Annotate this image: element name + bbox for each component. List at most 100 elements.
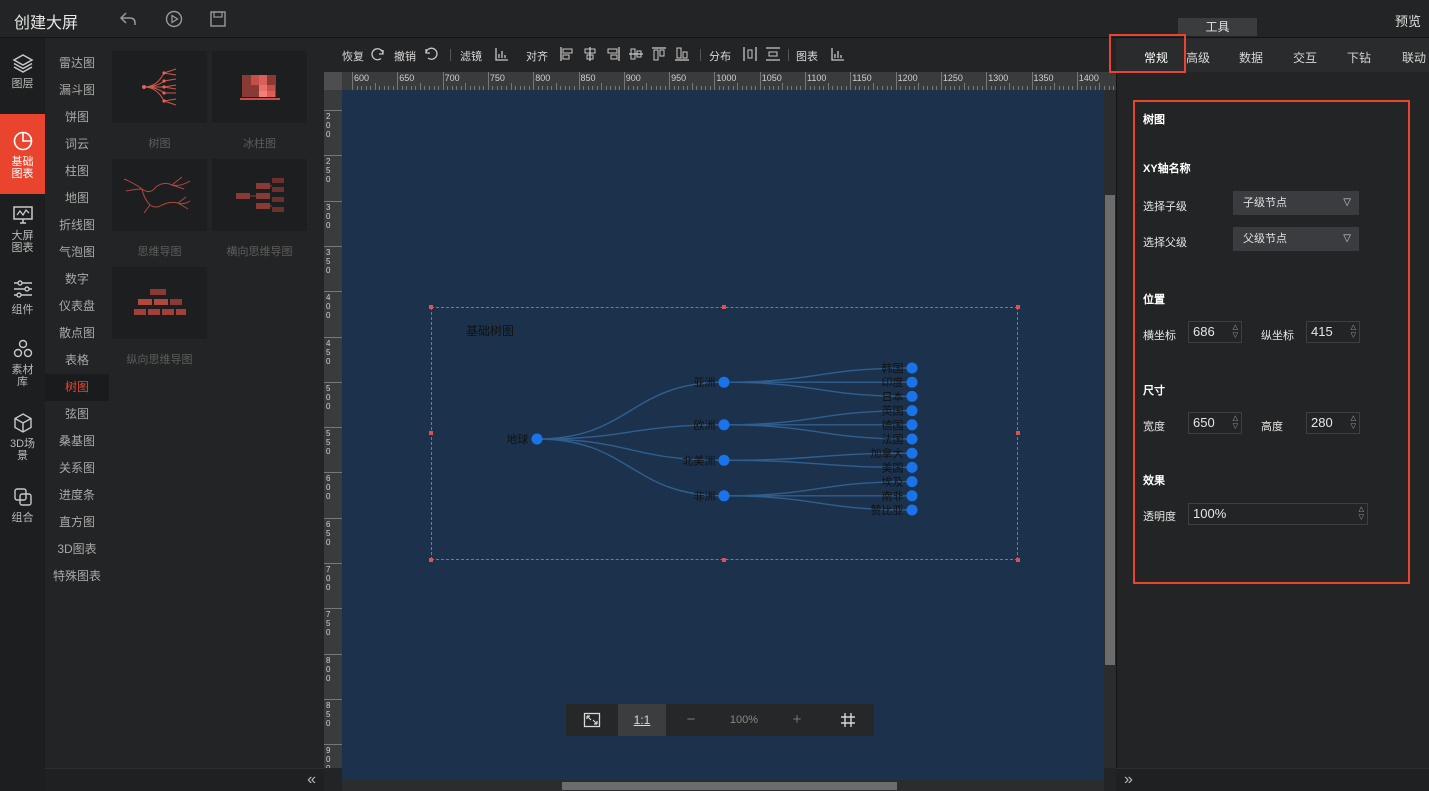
selected-tree-chart[interactable]: 基础树图 地球 亚洲 韩国 印度 日本 欧洲 英国 德国 法国 北美洲 加拿大 美国 非洲 埃及 南非 赞比亚 (429, 305, 1020, 562)
horizontal-scroll-thumb[interactable] (562, 782, 897, 790)
filter-button[interactable]: 滤镜 (460, 48, 482, 64)
category-item[interactable]: 雷达图 (45, 50, 109, 77)
ruler-tick-label: 650 (399, 73, 415, 83)
back-icon[interactable] (118, 9, 138, 29)
tree-leaf-node[interactable] (906, 405, 918, 417)
category-item[interactable]: 气泡图 (45, 239, 109, 266)
collapse-left-icon[interactable]: « (307, 771, 316, 789)
bar-chart-icon[interactable] (494, 46, 510, 62)
nav-3d-scene[interactable]: 3D场景 (0, 412, 45, 468)
tree-branch-node[interactable] (718, 419, 730, 431)
stepper-icon[interactable]: △ ▽ (1359, 506, 1364, 522)
category-item[interactable]: 树图 (45, 374, 109, 401)
category-item[interactable]: 弦图 (45, 401, 109, 428)
play-icon[interactable] (164, 9, 184, 29)
category-item[interactable]: 进度条 (45, 482, 109, 509)
category-item[interactable]: 关系图 (45, 455, 109, 482)
tab-advanced[interactable]: 高级 (1186, 49, 1210, 66)
tool-tab[interactable]: 工具 (1178, 18, 1257, 36)
category-item[interactable]: 3D图表 (45, 536, 109, 563)
category-item[interactable]: 词云 (45, 131, 109, 158)
redo-icon[interactable] (370, 46, 386, 62)
category-item[interactable]: 折线图 (45, 212, 109, 239)
tree-leaf-node[interactable] (906, 504, 918, 516)
redo-button[interactable]: 恢复 (342, 48, 364, 64)
undo-button[interactable]: 撤销 (394, 48, 416, 64)
category-item[interactable]: 饼图 (45, 104, 109, 131)
nav-materials[interactable]: 素材库 (0, 338, 45, 394)
distribute-h-icon[interactable] (742, 46, 758, 62)
width-input[interactable]: 650 △ ▽ (1188, 412, 1242, 434)
align-center-h-icon[interactable] (582, 46, 598, 62)
tab-linkage[interactable]: 联动 (1402, 49, 1426, 66)
height-input[interactable]: 280 △ ▽ (1306, 412, 1360, 434)
category-item[interactable]: 仪表盘 (45, 293, 109, 320)
preview-button[interactable]: 预览 (1395, 11, 1421, 30)
distribute-v-icon[interactable] (765, 46, 781, 62)
tab-drilldown[interactable]: 下钻 (1347, 49, 1371, 66)
x-coord-input[interactable]: 686 △ ▽ (1188, 321, 1242, 343)
stepper-icon[interactable]: △ ▽ (1233, 324, 1238, 340)
opacity-input[interactable]: 100% △ ▽ (1188, 503, 1368, 525)
tree-leaf-node[interactable] (906, 433, 918, 445)
distribute-button[interactable]: 分布 (709, 48, 731, 64)
thumb-icicle-chart[interactable] (212, 51, 307, 123)
category-item[interactable]: 表格 (45, 347, 109, 374)
select-parent-dropdown[interactable]: 父级节点 ▽ (1233, 227, 1359, 251)
chart-button[interactable]: 图表 (796, 48, 818, 64)
tree-leaf-node[interactable] (906, 461, 918, 473)
tree-leaf-node[interactable] (906, 390, 918, 402)
tree-leaf-node[interactable] (906, 419, 918, 431)
tree-leaf-node[interactable] (906, 490, 918, 502)
category-item[interactable]: 桑基图 (45, 428, 109, 455)
zoom-1-1-button[interactable]: 1:1 (618, 704, 666, 736)
category-item[interactable]: 直方图 (45, 509, 109, 536)
save-icon[interactable] (208, 9, 228, 29)
tab-interaction[interactable]: 交互 (1293, 49, 1317, 66)
category-item[interactable]: 地图 (45, 185, 109, 212)
nav-screen-charts[interactable]: 大屏图表 (0, 204, 45, 260)
tree-branch-node[interactable] (718, 376, 730, 388)
zoom-out-button[interactable]: − (666, 704, 716, 736)
nav-components[interactable]: 组件 (0, 278, 45, 322)
nav-layers[interactable]: 图层 (0, 52, 45, 100)
tab-data[interactable]: 数据 (1239, 49, 1263, 66)
stepper-icon[interactable]: △ ▽ (1351, 324, 1356, 340)
chart-bar-icon[interactable] (830, 46, 846, 62)
tree-branch-node[interactable] (718, 490, 730, 502)
thumb-tree-chart[interactable] (112, 51, 207, 123)
fit-screen-button[interactable] (566, 704, 618, 736)
align-center-v-icon[interactable] (628, 46, 644, 62)
zoom-in-button[interactable]: + (772, 704, 822, 736)
align-right-icon[interactable] (605, 46, 621, 62)
tree-root-node[interactable] (531, 433, 543, 445)
stepper-icon[interactable]: △ ▽ (1351, 415, 1356, 431)
grid-toggle-button[interactable] (822, 704, 874, 736)
thumb-mindmap[interactable] (112, 159, 207, 231)
thumb-vertical-mindmap[interactable] (112, 267, 207, 339)
category-item[interactable]: 散点图 (45, 320, 109, 347)
vertical-scroll-thumb[interactable] (1105, 195, 1115, 665)
category-item[interactable]: 漏斗图 (45, 77, 109, 104)
expand-right-icon[interactable]: » (1124, 771, 1133, 789)
tree-leaf-node[interactable] (906, 447, 918, 459)
tree-leaf-node[interactable] (906, 376, 918, 388)
thumb-horizontal-mindmap[interactable] (212, 159, 307, 231)
tree-leaf-node[interactable] (906, 476, 918, 488)
nav-basic-charts[interactable]: 基础图表 (0, 114, 45, 194)
tree-leaf-node[interactable] (906, 362, 918, 374)
align-button[interactable]: 对齐 (526, 48, 548, 64)
align-top-icon[interactable] (651, 46, 667, 62)
ruler-minor-tick (963, 83, 965, 90)
align-bottom-icon[interactable] (674, 46, 690, 62)
category-item[interactable]: 数字 (45, 266, 109, 293)
y-coord-input[interactable]: 415 △ ▽ (1306, 321, 1360, 343)
tree-branch-node[interactable] (718, 454, 730, 466)
select-child-dropdown[interactable]: 子级节点 ▽ (1233, 191, 1359, 215)
category-item[interactable]: 柱图 (45, 158, 109, 185)
category-item[interactable]: 特殊图表 (45, 563, 109, 590)
undo-icon[interactable] (423, 46, 439, 62)
nav-group[interactable]: 组合 (0, 486, 45, 530)
align-left-icon[interactable] (559, 46, 575, 62)
stepper-icon[interactable]: △ ▽ (1233, 415, 1238, 431)
